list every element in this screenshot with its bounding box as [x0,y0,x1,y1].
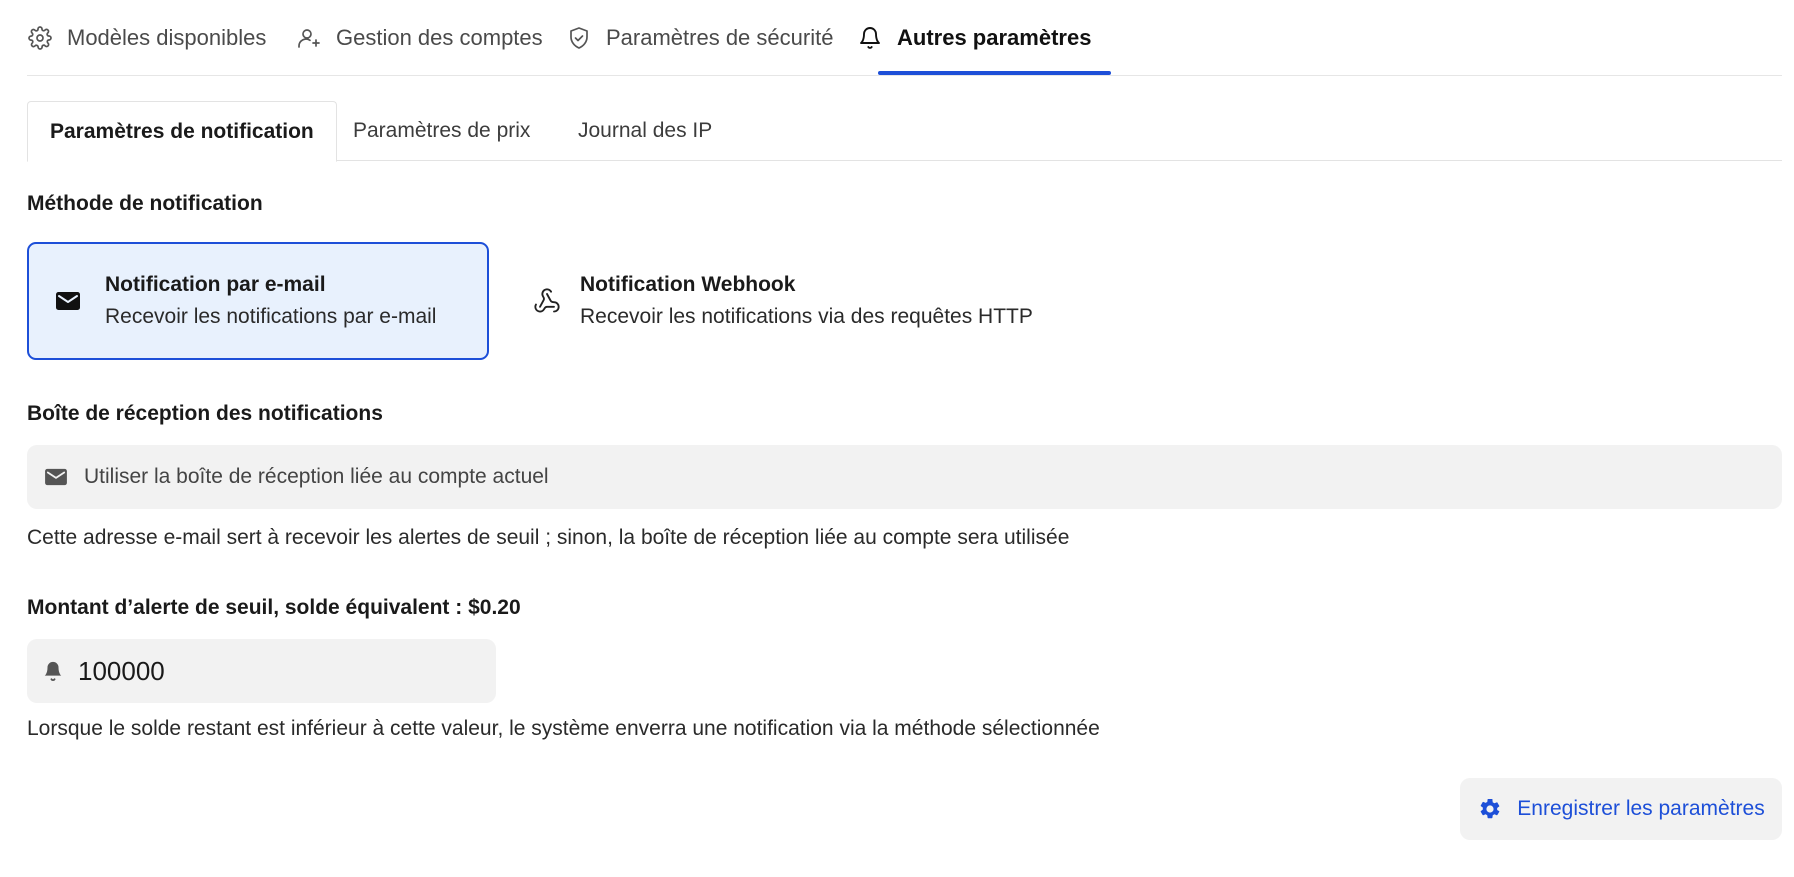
save-settings-button[interactable]: Enregistrer les paramètres [1460,778,1782,840]
top-tab-bar: Modèles disponibles Gestion des comptes … [27,0,1782,76]
gear-icon [27,25,53,51]
tab-label: Autres paramètres [897,25,1092,50]
tab-label: Gestion des comptes [336,25,543,50]
notification-method-label: Méthode de notification [27,192,263,215]
email-option-text: Notification par e-mail Recevoir les not… [105,273,436,329]
threshold-field[interactable] [27,639,496,703]
shield-icon [566,25,592,51]
threshold-help-text: Lorsque le solde restant est inférieur à… [27,717,1100,740]
threshold-input[interactable] [78,655,458,687]
gear-icon [1477,796,1503,822]
webhook-notification-option[interactable]: Notification Webhook Recevoir les notifi… [532,242,1092,360]
inbox-label: Boîte de réception des notifications [27,402,383,425]
tab-available-models[interactable]: Modèles disponibles [27,0,266,76]
inbox-input[interactable] [84,465,1684,489]
tab-other-settings[interactable]: Autres paramètres [857,0,1091,76]
save-button-label: Enregistrer les paramètres [1517,797,1765,820]
mail-icon [42,463,70,491]
inbox-help-text: Cette adresse e-mail sert à recevoir les… [27,526,1070,549]
inbox-field[interactable] [27,445,1782,509]
option-description: Recevoir les notifications par e-mail [105,305,437,328]
option-title: Notification par e-mail [105,273,326,296]
tab-price-settings[interactable]: Paramètres de prix [353,101,530,161]
tab-account-management[interactable]: Gestion des comptes [296,0,543,76]
tab-ip-log[interactable]: Journal des IP [578,101,712,161]
webhook-icon [532,286,562,316]
user-plus-icon [296,25,322,51]
active-tab-indicator [878,71,1111,75]
option-title: Notification Webhook [580,273,796,296]
bell-icon [39,657,67,685]
bell-icon [857,25,883,51]
mail-icon [53,286,83,316]
tab-security-settings[interactable]: Paramètres de sécurité [566,0,833,76]
tab-notification-settings[interactable]: Paramètres de notification [27,101,337,162]
tab-label: Paramètres de sécurité [606,25,834,50]
email-notification-option[interactable]: Notification par e-mail Recevoir les not… [27,242,489,360]
option-description: Recevoir les notifications via des requê… [580,305,1033,328]
webhook-option-text: Notification Webhook Recevoir les notifi… [580,273,1033,329]
sub-tab-bar: Paramètres de notification Paramètres de… [27,101,1782,162]
tab-label: Modèles disponibles [67,25,267,50]
threshold-label: Montant d’alerte de seuil, solde équival… [27,596,521,619]
